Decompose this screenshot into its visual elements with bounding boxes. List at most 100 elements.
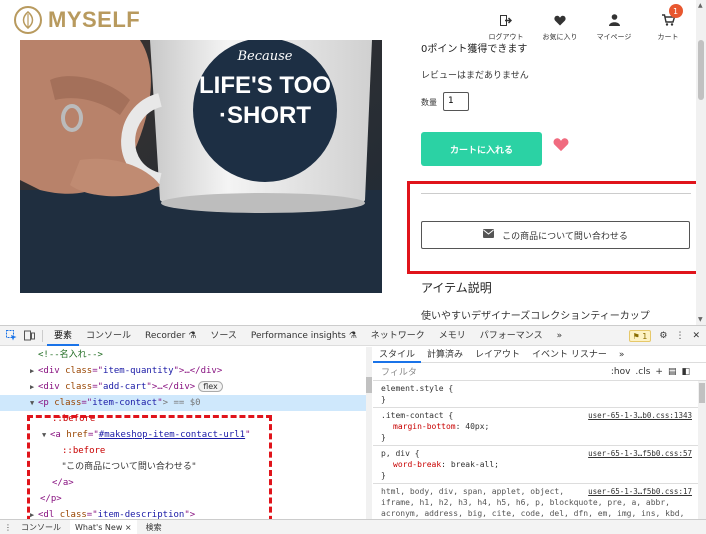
logout-link[interactable]: ログアウト [486, 12, 526, 42]
tab-event-listeners[interactable]: イベント リスナー [526, 347, 613, 363]
cart-icon: 1 [661, 4, 683, 28]
issues-count: 1 [642, 331, 648, 341]
flex-badge[interactable]: flex [198, 381, 223, 392]
tab-elements[interactable]: 要素 [47, 326, 80, 346]
tab-performance-insights[interactable]: Performance insights ⚗ [244, 326, 364, 346]
mug-text-lifes-too: LIFE'S TOO [199, 72, 331, 99]
favorites-link[interactable]: お気に入り [540, 12, 580, 42]
sidebar-toggle-icon[interactable]: ◧ [681, 367, 690, 377]
close-icon[interactable]: ✕ [692, 331, 700, 341]
more-styles-tabs-button[interactable]: » [613, 347, 631, 363]
mug-text-short: ·SHORT [219, 102, 311, 129]
contact-button-label: この商品について問い合わせる [502, 231, 628, 242]
item-description-heading: アイテム説明 [421, 281, 492, 295]
issues-badge[interactable]: ⚑ 1 [628, 329, 652, 342]
add-to-cart-button[interactable]: カートに入れる [421, 132, 542, 166]
tab-perf-insights-label: Performance insights [250, 330, 346, 341]
logout-icon [500, 12, 512, 28]
drawer-menu-icon[interactable]: ⋮ [4, 523, 12, 532]
quantity-label: 数量 [421, 98, 437, 107]
favorite-heart-icon[interactable] [553, 137, 569, 156]
tab-console[interactable]: コンソール [79, 326, 138, 346]
tab-network[interactable]: ネットワーク [364, 326, 432, 346]
tab-styles[interactable]: スタイル [373, 347, 422, 363]
scroll-down-arrow-icon[interactable]: ▼ [698, 316, 703, 323]
flask-icon: ⚗ [188, 330, 197, 341]
rule-close: } [381, 433, 386, 442]
device-toolbar-icon[interactable] [20, 327, 38, 345]
mypage-label: マイページ [596, 33, 632, 41]
styles-scrollbar[interactable] [698, 381, 706, 519]
tab-layout[interactable]: レイアウト [469, 347, 526, 363]
contact-about-item-button[interactable]: この商品について問い合わせる [421, 221, 690, 249]
logo-text: MYSELF [48, 7, 141, 32]
hov-toggle[interactable]: :hov [611, 367, 631, 377]
rule-reset[interactable]: user-65-1-3…f5b0.css:17 html, body, div,… [373, 484, 706, 519]
more-tabs-button[interactable]: » [550, 326, 570, 346]
rule-close: } [381, 395, 386, 404]
rule-property[interactable]: margin-bottom: 40px; [381, 421, 698, 432]
devtools-panel: 要素 コンソール Recorder ⚗ ソース Performance insi… [0, 325, 706, 534]
cart-label: カート [657, 33, 679, 41]
rule-p-div[interactable]: user-65-1-3…f5b0.css:57 p, div { word-br… [373, 446, 706, 484]
cart-link[interactable]: 1 カート [648, 4, 688, 42]
rule-property[interactable]: word-break: break-all; [381, 459, 698, 470]
styles-pane: スタイル 計算済み レイアウト イベント リスナー » フィルタ :hov .c… [373, 347, 706, 519]
tab-performance[interactable]: パフォーマンス [473, 326, 550, 346]
review-text: レビューはまだありません [421, 71, 529, 81]
expand-triangle-icon[interactable]: ▶ [30, 379, 38, 395]
rule-source-link[interactable]: user-65-1-3…b0.css:1343 [588, 410, 692, 421]
tab-computed[interactable]: 計算済み [421, 347, 469, 363]
paint-icon[interactable]: ▤ [668, 367, 677, 377]
quantity-input[interactable]: 1 [443, 92, 469, 111]
user-icon [608, 12, 620, 28]
elements-scroll-thumb[interactable] [366, 377, 372, 393]
mypage-link[interactable]: マイページ [594, 12, 634, 42]
flask-icon: ⚗ [348, 330, 357, 341]
rule-source-link[interactable]: user-65-1-3…f5b0.css:57 [588, 448, 692, 459]
tab-memory[interactable]: メモリ [432, 326, 473, 346]
tree-node-add-cart[interactable]: ▶ <div class="add-cart">…</div> flex [0, 379, 371, 395]
tree-comment-line[interactable]: <!--名入れ--> [0, 347, 371, 363]
item-description-text: 使いやすいデザイナーズコレクションティーカップ [421, 311, 650, 322]
cls-toggle[interactable]: .cls [635, 367, 650, 377]
devtools-tabbar: 要素 コンソール Recorder ⚗ ソース Performance insi… [0, 326, 706, 346]
collapse-triangle-icon[interactable]: ▼ [30, 395, 38, 411]
page-scrollbar[interactable]: ▲ ▼ [696, 0, 706, 325]
rule-selector-continued: iframe, h1, h2, h3, h4, h5, h6, p, block… [381, 498, 685, 518]
html-comment: <!--名入れ--> [38, 350, 103, 360]
styles-filter-bar: フィルタ :hov .cls + ▤ ◧ [373, 363, 706, 381]
elements-scrollbar[interactable] [366, 347, 372, 519]
highlight-box-elements [27, 415, 272, 519]
tree-node-item-quantity[interactable]: ▶ <div class="item-quantity">…</div> [0, 363, 371, 379]
separator [42, 329, 43, 342]
drawer-tab-whats-new[interactable]: What's New × [70, 519, 137, 534]
drawer-tab-console[interactable]: コンソール [16, 520, 66, 534]
envelope-icon [483, 229, 495, 241]
tab-recorder[interactable]: Recorder ⚗ [138, 326, 203, 346]
styles-scroll-thumb[interactable] [699, 383, 705, 403]
rule-item-contact[interactable]: user-65-1-3…b0.css:1343 .item-contact { … [373, 408, 706, 446]
drawer-tab-search[interactable]: 検索 [141, 520, 167, 534]
cart-count-badge: 1 [668, 4, 683, 18]
tab-recorder-label: Recorder [145, 330, 186, 341]
site-logo[interactable]: MYSELF [14, 6, 140, 34]
rule-element-style[interactable]: element.style { } [373, 381, 706, 408]
inspect-element-icon[interactable] [2, 327, 20, 345]
page-scroll-thumb[interactable] [698, 40, 704, 100]
shop-page: MYSELF ログアウト お気に入り マイページ 1 カート Because L… [0, 0, 706, 325]
scroll-up-arrow-icon[interactable]: ▲ [698, 2, 703, 9]
rule-source-link[interactable]: user-65-1-3…f5b0.css:17 [588, 486, 692, 497]
kebab-menu-icon[interactable]: ⋮ [675, 331, 684, 341]
issue-flag-icon: ⚑ [632, 331, 640, 341]
tab-sources[interactable]: ソース [203, 326, 244, 346]
devtools-right-controls: ⚑ 1 ⚙ ⋮ ✕ [628, 329, 706, 342]
gear-icon[interactable]: ⚙ [659, 331, 667, 341]
tree-node-item-contact-selected[interactable]: ▼ <p class="item-contact"> == $0 [0, 395, 371, 411]
header-nav: ログアウト お気に入り マイページ 1 カート [486, 4, 688, 42]
expand-triangle-icon[interactable]: ▶ [30, 363, 38, 379]
favorites-label: お気に入り [542, 33, 578, 41]
styles-filter-input[interactable]: フィルタ [381, 365, 417, 378]
new-rule-button[interactable]: + [655, 367, 663, 377]
rule-selector: element.style { [381, 384, 454, 393]
